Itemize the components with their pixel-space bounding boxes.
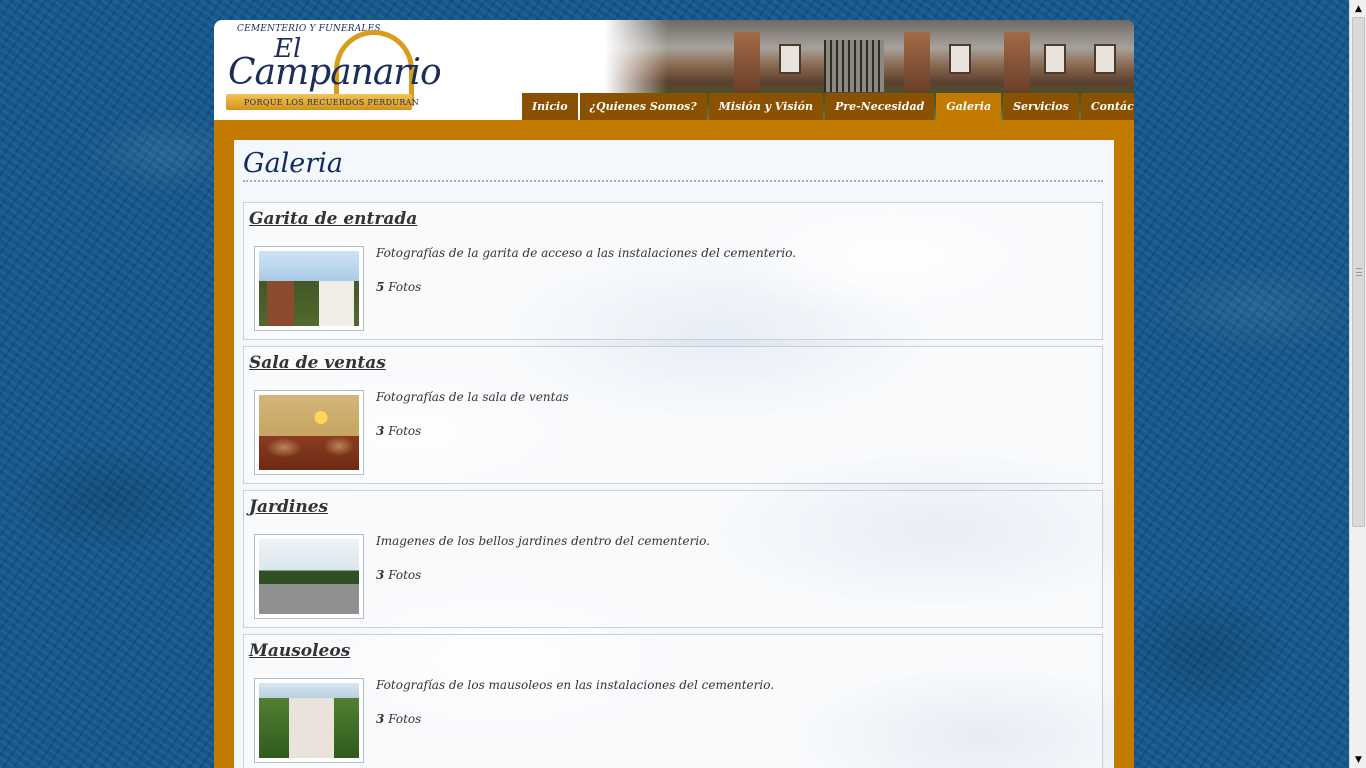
- gallery-album: Sala de ventas Fotografías de la sala de…: [243, 346, 1103, 484]
- album-title-link[interactable]: Mausoleos: [249, 641, 350, 661]
- scroll-up-arrow-icon[interactable]: ▲: [1350, 0, 1366, 17]
- gallery-album: Jardines Imagenes de los bellos jardines…: [243, 490, 1103, 628]
- photo-window: [949, 44, 971, 74]
- album-thumbnail[interactable]: [254, 390, 364, 475]
- nav-item-galeria[interactable]: Galeria: [936, 93, 1002, 120]
- album-thumbnail[interactable]: [254, 534, 364, 619]
- album-description: Fotografías de los mausoleos en las inst…: [376, 678, 775, 692]
- thumbnail-image: [259, 395, 359, 470]
- site-header: CEMENTERIO Y FUNERALES El Campanario POR…: [214, 20, 1134, 120]
- nav-item-pre-necesidad[interactable]: Pre-Necesidad: [825, 93, 935, 120]
- main-content: Galeria Garita de entrada Fotografías de…: [234, 140, 1114, 768]
- scroll-down-arrow-icon[interactable]: ▼: [1350, 751, 1366, 768]
- album-title-link[interactable]: Jardines: [249, 497, 328, 517]
- album-description: Fotografías de la garita de acceso a las…: [376, 246, 797, 260]
- content-frame: Galeria Garita de entrada Fotografías de…: [214, 120, 1134, 768]
- main-nav: Inicio ¿Quienes Somos? Misión y Visión P…: [522, 93, 1134, 120]
- photo-window: [779, 44, 801, 74]
- gallery-album: Mausoleos Fotografías de los mausoleos e…: [243, 634, 1103, 768]
- photo-column: [734, 32, 760, 92]
- photo-count-number: 3: [376, 712, 385, 726]
- vertical-scrollbar[interactable]: ▲ ▼: [1349, 0, 1366, 768]
- thumbnail-image: [259, 251, 359, 326]
- photo-count-label: Fotos: [388, 568, 422, 582]
- album-photo-count: 5 Fotos: [376, 280, 421, 294]
- grip-icon: [1356, 268, 1362, 276]
- album-title-link[interactable]: Garita de entrada: [249, 209, 417, 229]
- album-title-link[interactable]: Sala de ventas: [249, 353, 386, 373]
- nav-item-servicios[interactable]: Servicios: [1003, 93, 1079, 120]
- album-photo-count: 3 Fotos: [376, 568, 421, 582]
- photo-count-number: 5: [376, 280, 385, 294]
- gallery-list: Garita de entrada Fotografías de la gari…: [243, 202, 1103, 768]
- album-photo-count: 3 Fotos: [376, 712, 421, 726]
- thumbnail-image: [259, 539, 359, 614]
- album-thumbnail[interactable]: [254, 678, 364, 763]
- page-container: CEMENTERIO Y FUNERALES El Campanario POR…: [214, 20, 1134, 768]
- album-photo-count: 3 Fotos: [376, 424, 421, 438]
- page-title: Galeria: [243, 148, 343, 179]
- nav-item-inicio[interactable]: Inicio: [522, 93, 578, 120]
- nav-item-quienes-somos[interactable]: ¿Quienes Somos?: [579, 93, 707, 120]
- photo-count-number: 3: [376, 424, 385, 438]
- scrollbar-thumb[interactable]: [1352, 17, 1365, 527]
- site-logo[interactable]: CEMENTERIO Y FUNERALES El Campanario POR…: [224, 22, 442, 118]
- photo-window: [1044, 44, 1066, 74]
- album-thumbnail[interactable]: [254, 246, 364, 331]
- photo-column: [904, 32, 930, 92]
- album-description: Fotografías de la sala de ventas: [376, 390, 569, 404]
- photo-count-label: Fotos: [388, 712, 422, 726]
- nav-item-contactenos[interactable]: Contáctenos: [1080, 93, 1134, 120]
- photo-count-number: 3: [376, 568, 385, 582]
- photo-window: [1094, 44, 1116, 74]
- photo-count-label: Fotos: [388, 424, 422, 438]
- gallery-album: Garita de entrada Fotografías de la gari…: [243, 202, 1103, 340]
- logo-slogan: PORQUE LOS RECUERDOS PERDURAN: [244, 98, 420, 107]
- title-divider: [243, 180, 1103, 182]
- photo-gate: [824, 40, 884, 92]
- nav-item-mision-vision[interactable]: Misión y Visión: [708, 93, 824, 120]
- thumbnail-image: [259, 683, 359, 758]
- album-description: Imagenes de los bellos jardines dentro d…: [376, 534, 710, 548]
- photo-count-label: Fotos: [388, 280, 422, 294]
- logo-name: Campanario: [228, 52, 442, 93]
- photo-column: [1004, 32, 1030, 92]
